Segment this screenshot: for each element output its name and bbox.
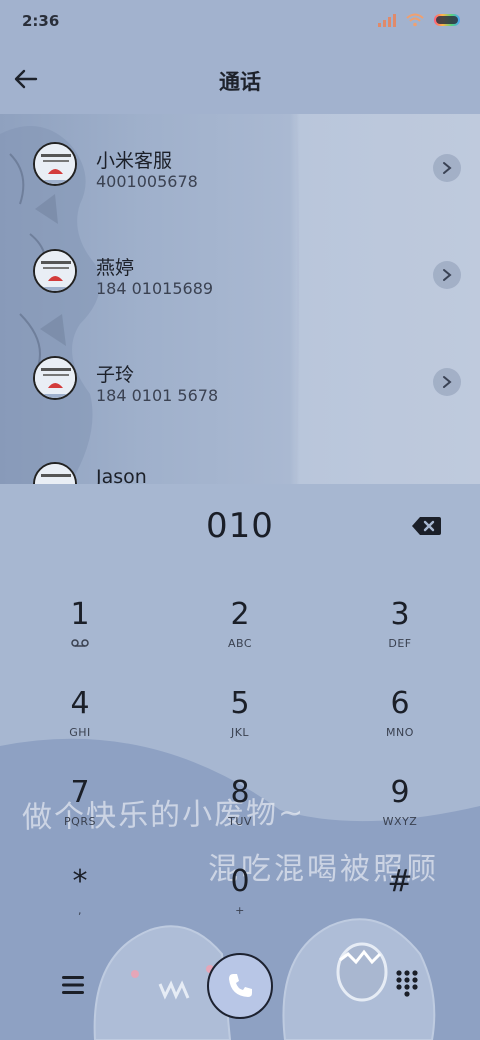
key-4[interactable]: 4 GHI bbox=[20, 686, 140, 766]
dialer-panel: 做个快乐的小废物~ 混吃混喝被照顾 010 1 2 ABC 3 DEF 4 GH… bbox=[0, 484, 480, 1040]
contact-number: 4001005678 bbox=[96, 172, 198, 191]
key-letters: , bbox=[78, 904, 82, 917]
key-digit: 1 bbox=[70, 597, 90, 632]
contact-name: 燕婷 bbox=[96, 257, 135, 279]
contact-name: Jason bbox=[96, 466, 147, 484]
contact-number: 184 0101 5678 bbox=[96, 386, 219, 405]
key-digit: 7 bbox=[70, 775, 90, 810]
key-hash[interactable]: # bbox=[340, 864, 460, 944]
key-digit: 0 bbox=[230, 864, 250, 899]
avatar bbox=[33, 142, 77, 186]
page-title: 通话 bbox=[219, 70, 261, 94]
key-5[interactable]: 5 JKL bbox=[180, 686, 300, 766]
status-bar: 2:36 bbox=[0, 0, 480, 44]
backspace-icon[interactable] bbox=[410, 514, 442, 538]
avatar bbox=[33, 356, 77, 400]
contact-name: 子玲 bbox=[96, 364, 135, 386]
status-icons bbox=[378, 13, 460, 27]
contact-row[interactable]: 子玲 184 0101 5678 bbox=[0, 328, 480, 428]
key-0[interactable]: 0 + bbox=[180, 864, 300, 944]
contact-row[interactable]: 小米客服 4001005678 bbox=[0, 114, 480, 214]
contact-name: 小米客服 bbox=[96, 150, 173, 172]
key-letters: GHI bbox=[69, 726, 91, 739]
call-button[interactable] bbox=[207, 953, 273, 1019]
key-digit: 3 bbox=[390, 597, 410, 632]
keypad-icon[interactable] bbox=[392, 968, 422, 998]
key-6[interactable]: 6 MNO bbox=[340, 686, 460, 766]
key-digit: # bbox=[387, 864, 413, 899]
key-digit: 6 bbox=[390, 686, 410, 721]
key-letters: PQRS bbox=[64, 815, 96, 828]
key-digit: 2 bbox=[230, 597, 250, 632]
chevron-right-icon bbox=[443, 376, 452, 388]
key-letters: WXYZ bbox=[382, 815, 418, 828]
header: 通话 bbox=[0, 44, 480, 114]
phone-icon bbox=[229, 974, 252, 997]
key-star[interactable]: * , bbox=[20, 864, 140, 944]
key-1[interactable]: 1 bbox=[20, 597, 140, 677]
menu-icon[interactable] bbox=[58, 972, 88, 998]
avatar bbox=[33, 249, 77, 293]
status-time: 2:36 bbox=[22, 12, 60, 30]
contact-row[interactable]: Jason bbox=[0, 434, 480, 484]
key-letters: TUV bbox=[228, 815, 252, 828]
contact-detail-button[interactable] bbox=[433, 261, 461, 289]
dialed-number: 010 bbox=[206, 506, 274, 546]
chevron-right-icon bbox=[443, 269, 452, 281]
key-7[interactable]: 7 PQRS bbox=[20, 775, 140, 855]
contact-list[interactable]: 小米客服 4001005678 燕婷 184 01015689 子玲 184 0… bbox=[0, 114, 480, 484]
contact-number: 184 01015689 bbox=[96, 279, 214, 298]
key-3[interactable]: 3 DEF bbox=[340, 597, 460, 677]
key-2[interactable]: 2 ABC bbox=[180, 597, 300, 677]
key-digit: 8 bbox=[230, 775, 250, 810]
voicemail-icon bbox=[71, 639, 89, 647]
avatar bbox=[33, 462, 77, 484]
key-letters: ABC bbox=[227, 637, 253, 650]
key-digit: 4 bbox=[70, 686, 90, 721]
wifi-icon bbox=[406, 13, 424, 27]
contact-detail-button[interactable] bbox=[433, 154, 461, 182]
chevron-right-icon bbox=[443, 162, 452, 174]
battery-icon bbox=[434, 14, 460, 26]
key-digit: 9 bbox=[390, 775, 410, 810]
signal-icon bbox=[378, 13, 396, 27]
key-9[interactable]: 9 WXYZ bbox=[340, 775, 460, 855]
key-8[interactable]: 8 TUV bbox=[180, 775, 300, 855]
key-letters: DEF bbox=[388, 637, 412, 650]
contact-detail-button[interactable] bbox=[433, 368, 461, 396]
key-letters: MNO bbox=[386, 726, 414, 739]
key-digit: 5 bbox=[230, 686, 250, 721]
key-letters: JKL bbox=[230, 726, 250, 739]
key-digit: * bbox=[72, 864, 88, 899]
key-letters: + bbox=[235, 904, 245, 917]
contact-row[interactable]: 燕婷 184 01015689 bbox=[0, 221, 480, 321]
